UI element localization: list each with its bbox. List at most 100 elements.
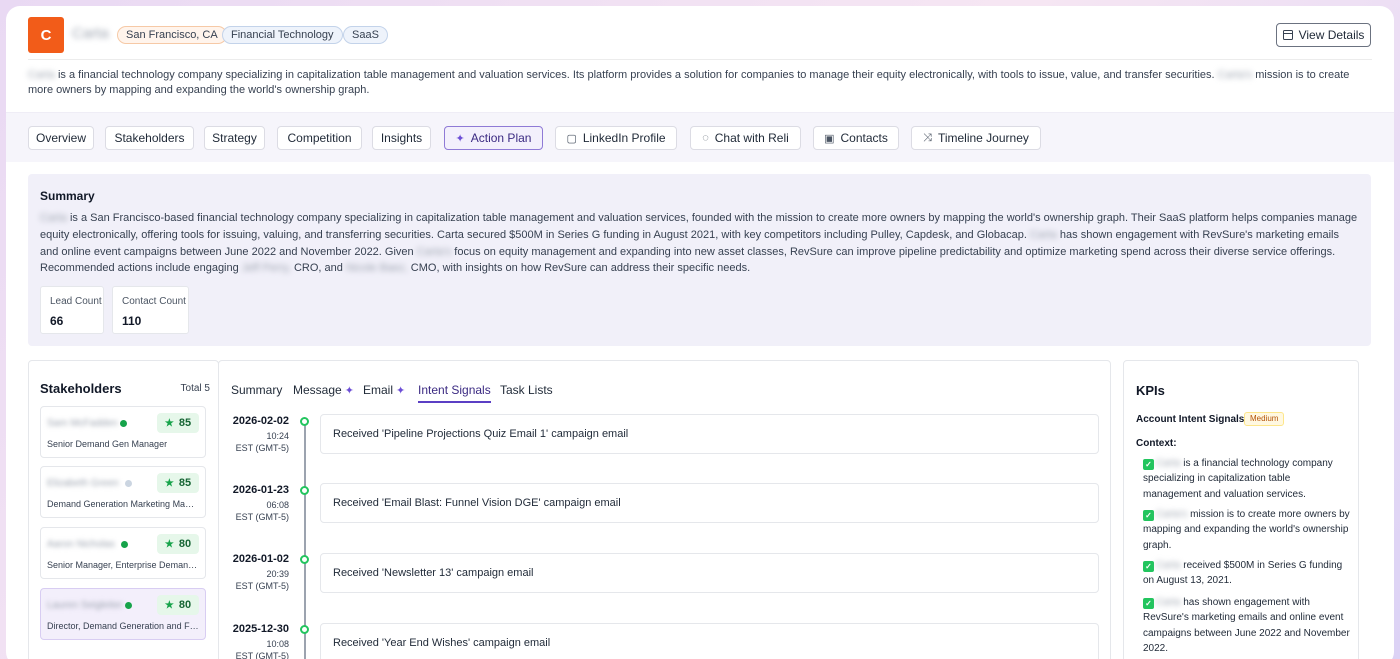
tab-linkedin-profile[interactable]: ▢ LinkedIn Profile bbox=[555, 126, 677, 150]
event-time: 10:24 bbox=[266, 431, 289, 441]
event-item[interactable]: Received 'Year End Wishes' campaign emai… bbox=[320, 623, 1099, 659]
tab-chat-with-reli[interactable]: ◌ Chat with Reli bbox=[690, 126, 801, 150]
context-label: Context: bbox=[1136, 438, 1177, 449]
check-icon: ✓ bbox=[1143, 561, 1154, 572]
event-date: 2026-02-02 10:24 EST (GMT-5) bbox=[229, 415, 289, 454]
status-dot bbox=[121, 541, 128, 548]
tab-stakeholders[interactable]: Stakeholders bbox=[105, 126, 194, 150]
event-item[interactable]: Received 'Pipeline Projections Quiz Emai… bbox=[320, 414, 1099, 454]
subtab-intent-signals[interactable]: Intent Signals bbox=[418, 383, 491, 403]
blurred-company-name: Carta's bbox=[1217, 69, 1253, 81]
intent-level-badge: Medium bbox=[1244, 412, 1285, 426]
main-tabs: Overview Stakeholders Strategy Competiti… bbox=[6, 112, 1394, 162]
blurred-company-name: Carta's bbox=[1156, 509, 1188, 520]
tab-action-plan[interactable]: ✦ Action Plan bbox=[444, 126, 543, 150]
stat-label: Lead Count bbox=[50, 296, 102, 307]
event-timezone: EST (GMT-5) bbox=[235, 651, 289, 659]
stakeholder-role: Senior Manager, Enterprise Demand G... bbox=[47, 560, 199, 570]
tag-saas: SaaS bbox=[343, 26, 388, 44]
subtab-task-lists[interactable]: Task Lists bbox=[500, 383, 553, 397]
star-icon: ★ bbox=[164, 599, 174, 611]
stakeholder-card[interactable]: Aaron Nicholas ★ 80 Senior Manager, Enter… bbox=[40, 527, 206, 579]
event-timezone: EST (GMT-5) bbox=[235, 443, 289, 453]
chat-icon: ◌ bbox=[702, 132, 709, 144]
blurred-person-name: Jeff Perry, bbox=[241, 262, 291, 275]
context-item: ✓ Carta's mission is to create more owner… bbox=[1143, 507, 1351, 553]
tab-timeline-journey[interactable]: ⤨ Timeline Journey bbox=[911, 126, 1041, 150]
score-badge: ★ 80 bbox=[157, 534, 199, 554]
stakeholder-card[interactable]: Sam McFadden ★ 85 Senior Demand Gen Manag… bbox=[40, 406, 206, 458]
tab-insights[interactable]: Insights bbox=[372, 126, 431, 150]
stakeholder-name: Elizabeth Green bbox=[47, 478, 119, 489]
score-value: 80 bbox=[178, 599, 192, 611]
tab-contacts[interactable]: ▣ Contacts bbox=[813, 126, 899, 150]
stakeholder-name: Lauren Seigleiter bbox=[47, 600, 123, 611]
summary-title: Summary bbox=[40, 189, 95, 203]
intent-signal-label: Account Intent Signals bbox=[1136, 414, 1245, 425]
timeline-dot bbox=[300, 486, 309, 495]
summary-text-part: CMO, with insights on how RevSure can ad… bbox=[410, 262, 751, 275]
view-details-button[interactable]: View Details bbox=[1276, 23, 1371, 47]
blurred-company-name: Carta bbox=[1156, 458, 1181, 469]
score-badge: ★ 80 bbox=[157, 595, 199, 615]
subtab-message[interactable]: Message ✦ bbox=[293, 383, 354, 397]
stat-value: 110 bbox=[122, 314, 142, 328]
company-description: Carta is a financial technology company … bbox=[28, 68, 1358, 98]
calendar-icon bbox=[1282, 30, 1293, 40]
stat-label: Contact Count bbox=[122, 296, 186, 307]
event-item[interactable]: Received 'Email Blast: Funnel Vision DGE… bbox=[320, 483, 1099, 523]
stat-lead-count: Lead Count 66 bbox=[40, 286, 104, 334]
tab-label: Strategy bbox=[212, 131, 257, 145]
blurred-person-name: Nicole Baez, bbox=[345, 262, 408, 275]
subtab-email[interactable]: Email ✦ bbox=[363, 383, 405, 397]
blurred-company-name: Carta's bbox=[416, 245, 452, 258]
timeline-dot bbox=[300, 625, 309, 634]
event-time: 10:08 bbox=[266, 639, 289, 649]
score-badge: ★ 85 bbox=[157, 473, 199, 493]
tab-competition[interactable]: Competition bbox=[277, 126, 362, 150]
company-logo: C bbox=[28, 17, 64, 53]
event-date-value: 2025-12-30 bbox=[232, 623, 289, 635]
score-badge: ★ 85 bbox=[157, 413, 199, 433]
subtab-label: Email bbox=[363, 383, 394, 397]
subtab-summary[interactable]: Summary bbox=[231, 383, 282, 397]
event-time: 06:08 bbox=[266, 500, 289, 510]
stat-contact-count: Contact Count 110 bbox=[112, 286, 189, 334]
tab-strategy[interactable]: Strategy bbox=[204, 126, 265, 150]
event-item[interactable]: Received 'Newsletter 13' campaign email bbox=[320, 553, 1099, 593]
blurred-company-name: Carta bbox=[1156, 597, 1181, 608]
tab-label: Insights bbox=[380, 131, 423, 145]
tab-label: Stakeholders bbox=[114, 131, 185, 145]
app-frame: C Carta San Francisco, CA Financial Tech… bbox=[6, 6, 1394, 659]
stakeholder-role: Demand Generation Marketing Manag... bbox=[47, 499, 199, 509]
event-timezone: EST (GMT-5) bbox=[235, 512, 289, 522]
timeline-dot bbox=[300, 555, 309, 564]
event-text: Received 'Email Blast: Funnel Vision DGE… bbox=[333, 497, 621, 509]
kpis-panel: KPIs Account Intent Signals Medium Conte… bbox=[1123, 360, 1359, 659]
tab-label: Overview bbox=[35, 131, 86, 145]
check-icon: ✓ bbox=[1143, 598, 1154, 609]
timeline-line bbox=[304, 421, 306, 659]
view-details-label: View Details bbox=[1298, 28, 1365, 42]
event-timezone: EST (GMT-5) bbox=[235, 581, 289, 591]
sparkle-icon: ✦ bbox=[455, 132, 465, 145]
stakeholder-name: Aaron Nicholas bbox=[47, 539, 115, 550]
star-icon: ★ bbox=[164, 417, 174, 429]
context-item: ✓ Carta received $500M in Series G fundin… bbox=[1143, 558, 1351, 589]
event-date-value: 2026-01-02 bbox=[232, 553, 289, 565]
company-name: Carta bbox=[72, 25, 109, 42]
stakeholders-total: Total 5 bbox=[180, 383, 210, 394]
status-dot bbox=[120, 420, 127, 427]
status-dot bbox=[125, 480, 132, 487]
header-divider bbox=[28, 59, 1372, 60]
tab-overview[interactable]: Overview bbox=[28, 126, 94, 150]
tab-label: LinkedIn Profile bbox=[582, 131, 666, 145]
contact-icon: ▣ bbox=[824, 132, 835, 145]
stakeholder-card[interactable]: Elizabeth Green ★ 85 Demand Generation Ma… bbox=[40, 466, 206, 518]
summary-text-part: CRO, and bbox=[293, 262, 343, 275]
stakeholder-card[interactable]: Lauren Seigleiter ★ 80 Director, Demand G… bbox=[40, 588, 206, 640]
tag-location: San Francisco, CA bbox=[117, 26, 227, 44]
event-date-value: 2026-02-02 bbox=[232, 415, 289, 427]
score-value: 80 bbox=[178, 538, 192, 550]
event-date-value: 2026-01-23 bbox=[232, 484, 289, 496]
